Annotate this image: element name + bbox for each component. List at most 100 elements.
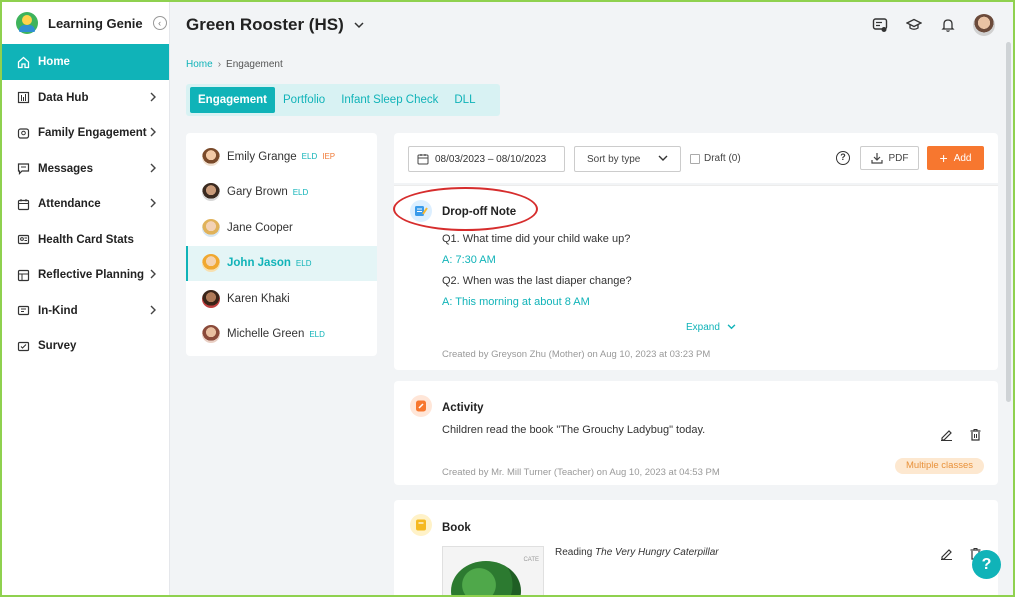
child-name: Karen Khaki	[227, 292, 290, 305]
iep-tag: IEP	[322, 152, 336, 162]
help-icon[interactable]: ?	[836, 151, 850, 165]
breadcrumb-current: Engagement	[226, 59, 283, 70]
top-icons	[871, 14, 995, 36]
multiple-classes-badge: Multiple classes	[894, 458, 984, 474]
add-label: Add	[953, 152, 972, 164]
child-list-item[interactable]: Karen Khaki	[186, 281, 377, 317]
page-scrollbar[interactable]	[1006, 42, 1011, 402]
download-icon	[870, 153, 883, 164]
chevron-down-icon	[658, 154, 668, 165]
answer-1: A: 7:30 AM	[442, 254, 496, 266]
sidebar-item-label: Survey	[38, 340, 77, 353]
eld-tag: ELD	[309, 329, 325, 339]
child-avatar	[202, 289, 220, 308]
child-name: John Jason	[227, 257, 291, 270]
home-icon	[16, 55, 30, 69]
chart-icon	[16, 91, 30, 105]
breadcrumb-separator-icon: ›	[217, 59, 222, 70]
created-by: Created by Greyson Zhu (Mother) on Aug 1…	[442, 349, 711, 360]
help-button[interactable]: ?	[972, 550, 1001, 579]
sidebar-item-family-engagement[interactable]: Family Engagement	[2, 116, 169, 152]
child-avatar	[202, 183, 220, 202]
chevron-down-icon[interactable]	[354, 18, 364, 32]
activity-card: Activity Children read the book "The Gro…	[394, 381, 998, 485]
chevron-right-icon	[150, 197, 157, 211]
book-icon	[410, 514, 432, 536]
child-avatar	[202, 325, 220, 344]
chevron-right-icon	[150, 126, 157, 140]
breadcrumb-home[interactable]: Home	[186, 59, 213, 70]
book-cover-image[interactable]: CATE	[442, 546, 544, 595]
sidebar-item-messages[interactable]: Messages	[2, 151, 169, 187]
calendar-icon	[16, 197, 30, 211]
learning-genie-logo-icon	[16, 12, 38, 34]
child-avatar	[202, 254, 220, 273]
brand[interactable]: Learning Genie ‹	[2, 2, 169, 44]
tab-bar: Engagement Portfolio Infant Sleep Check DLL	[186, 84, 500, 116]
child-avatar	[202, 147, 220, 166]
child-name: Jane Cooper	[227, 221, 293, 234]
reading-text: Reading The Very Hungry Caterpillar	[555, 547, 719, 558]
eld-tag: ELD	[292, 187, 309, 197]
inkind-icon	[16, 304, 30, 318]
created-by: Created by Mr. Mill Turner (Teacher) on …	[442, 467, 720, 478]
child-name: Michelle Green	[227, 328, 305, 341]
collapse-sidebar-icon[interactable]: ‹	[152, 16, 167, 30]
notes-icon[interactable]	[871, 16, 889, 34]
child-list-item[interactable]: Jane Cooper	[186, 210, 377, 246]
calendar-icon	[417, 154, 429, 165]
sidebar-item-reflective-planning[interactable]: Reflective Planning	[2, 258, 169, 294]
child-list-item[interactable]: Emily Grange ELD IEP	[186, 139, 377, 175]
child-list-item[interactable]: John Jason ELD	[186, 245, 377, 281]
tab-engagement[interactable]: Engagement	[190, 87, 276, 113]
edit-icon[interactable]	[938, 545, 954, 561]
sidebar-item-data-hub[interactable]: Data Hub	[2, 80, 169, 116]
survey-icon	[16, 339, 30, 353]
child-avatar	[202, 218, 220, 237]
sidebar-item-survey[interactable]: Survey	[2, 329, 169, 365]
user-avatar[interactable]	[973, 14, 995, 36]
add-button[interactable]: + Add	[927, 146, 984, 170]
trash-icon[interactable]	[967, 426, 983, 442]
date-range-picker[interactable]: 08/03/2023 – 08/10/2023	[408, 146, 565, 172]
brand-name: Learning Genie	[48, 15, 143, 31]
sidebar-item-label: Messages	[38, 162, 93, 175]
card-title: Book	[442, 522, 471, 534]
sidebar-item-attendance[interactable]: Attendance	[2, 187, 169, 223]
question-2: Q2. When was the last diaper change?	[442, 275, 632, 287]
card-title: Drop-off Note	[442, 206, 517, 218]
reading-prefix: Reading	[555, 547, 593, 558]
child-list: Emily Grange ELD IEP Gary Brown ELD Jane Coop…	[186, 133, 377, 356]
activity-text: Children read the book "The Grouchy Lady…	[442, 424, 706, 436]
question-1: Q1. What time did your child wake up?	[442, 233, 631, 245]
pdf-button[interactable]: PDF	[860, 146, 919, 170]
engagement-toolbar: 08/03/2023 – 08/10/2023 Sort by type Dra…	[394, 133, 998, 183]
sidebar-item-label: In-Kind	[38, 304, 78, 317]
class-title[interactable]: Green Rooster (HS)	[186, 15, 344, 35]
child-name: Emily Grange	[227, 150, 297, 163]
sidebar-item-home[interactable]: Home	[2, 44, 169, 80]
sidebar-item-in-kind[interactable]: In-Kind	[2, 293, 169, 329]
sidebar-item-health-card-stats[interactable]: Health Card Stats	[2, 222, 169, 258]
draft-checkbox[interactable]	[690, 153, 700, 164]
tab-portfolio[interactable]: Portfolio	[275, 87, 333, 113]
chevron-right-icon	[150, 268, 157, 282]
bell-icon[interactable]	[939, 16, 957, 34]
planning-icon	[16, 268, 30, 282]
tab-dll[interactable]: DLL	[446, 87, 483, 113]
expand-link[interactable]: Expand	[686, 322, 736, 333]
child-list-item[interactable]: Gary Brown ELD	[186, 175, 377, 211]
draft-filter[interactable]: Draft (0)	[690, 153, 741, 164]
graduation-cap-icon[interactable]	[905, 16, 923, 34]
sort-select[interactable]: Sort by type	[574, 146, 681, 172]
eld-tag: ELD	[295, 258, 312, 268]
child-list-item[interactable]: Michelle Green ELD	[186, 317, 377, 353]
note-icon	[410, 200, 432, 222]
chevron-right-icon	[150, 162, 157, 176]
book-cover-text: CATE	[523, 557, 539, 563]
card-title: Activity	[442, 402, 484, 414]
tab-infant-sleep-check[interactable]: Infant Sleep Check	[333, 87, 446, 113]
message-icon	[16, 162, 30, 176]
edit-icon[interactable]	[938, 426, 954, 442]
breadcrumb: Home › Engagement	[186, 59, 283, 70]
